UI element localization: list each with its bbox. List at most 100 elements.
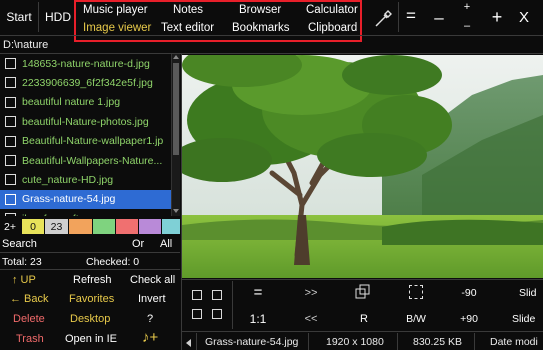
grid-view-icon[interactable] [212, 309, 222, 319]
divider [232, 281, 233, 329]
file-list-item[interactable]: beautiful-Nature-photos.jpg [0, 112, 178, 131]
file-checkbox[interactable] [5, 58, 16, 69]
file-name: beautiful nature 1.jpg [22, 96, 121, 109]
divider [397, 333, 398, 350]
rotate-button[interactable]: R [356, 312, 372, 326]
color-swatch[interactable]: 23 [45, 219, 68, 234]
file-checkbox[interactable] [5, 213, 16, 216]
actual-size-button[interactable]: 1:1 [246, 311, 270, 327]
slideshow-button[interactable]: Slid [519, 287, 537, 299]
launcher-notes[interactable]: Notes [173, 4, 203, 16]
search-or-toggle[interactable]: Or [132, 238, 144, 250]
search-label[interactable]: Search [2, 238, 37, 250]
check-all-button[interactable]: Check all [130, 274, 175, 286]
total-count: Total: 23 [2, 256, 42, 268]
eyedropper-icon[interactable] [372, 8, 394, 30]
file-checkbox[interactable] [5, 193, 16, 205]
file-list-item[interactable]: Grass-nature-54.jpg [0, 189, 178, 209]
delete-button[interactable]: Delete [13, 313, 45, 325]
search-all-toggle[interactable]: All [160, 238, 172, 250]
grid-view-icon[interactable] [192, 309, 202, 319]
status-dimensions: 1920 x 1080 [326, 336, 384, 348]
grid-view-icon[interactable] [212, 290, 222, 300]
divider [0, 252, 180, 253]
color-swatch[interactable] [93, 219, 115, 234]
rotate-right-button[interactable]: +90 [456, 312, 482, 326]
file-name: 2233906639_6f2f342e5f.jpg [22, 76, 153, 89]
equals-button[interactable]: = [401, 5, 421, 27]
open-in-ie-button[interactable]: Open in IE [65, 333, 117, 345]
file-list-scrollbar[interactable] [171, 54, 180, 216]
select-region-icon[interactable] [409, 285, 423, 299]
file-list-item[interactable]: ilovefreesoftware.png [0, 209, 178, 216]
file-checkbox[interactable] [5, 135, 16, 147]
color-swatch[interactable]: 0 [22, 219, 44, 234]
image-preview[interactable] [182, 55, 543, 278]
file-list-item[interactable]: cute_nature-HD.jpg [0, 170, 178, 189]
fit-button[interactable]: = [248, 284, 268, 301]
refresh-button[interactable]: Refresh [73, 274, 112, 286]
black-white-button[interactable]: B/W [402, 312, 430, 326]
divider [38, 2, 39, 32]
color-swatch[interactable] [139, 219, 161, 234]
back-button[interactable]: ← Back [10, 293, 49, 305]
color-swatch[interactable] [69, 219, 92, 234]
app-window: Start HDD Music player Notes Browser Cal… [0, 0, 543, 350]
add-to-playlist-button[interactable]: ♪+ [142, 329, 158, 346]
status-left-arrow-icon[interactable] [186, 339, 191, 347]
scrollbar-thumb[interactable] [173, 63, 179, 155]
file-name: Beautiful-Nature-wallpaper1.jp [22, 135, 164, 148]
hdd-button[interactable]: HDD [42, 7, 74, 27]
color-swatch[interactable] [116, 219, 138, 234]
filter-mode[interactable]: 2+ [0, 219, 20, 234]
file-checkbox[interactable] [5, 174, 16, 186]
start-button[interactable]: Start [2, 7, 36, 27]
plus-button[interactable]: + [486, 6, 508, 28]
help-button[interactable]: ? [147, 313, 153, 325]
file-checkbox[interactable] [5, 77, 16, 89]
launcher-image-viewer[interactable]: Image viewer [83, 22, 151, 34]
previous-image-button[interactable]: << [297, 312, 325, 326]
plus-minus-bottom[interactable]: – [460, 20, 474, 32]
file-list-item[interactable]: 2233906639_6f2f342e5f.jpg [0, 73, 178, 92]
slideshow-label[interactable]: Slide [512, 313, 535, 325]
divider [308, 333, 309, 350]
divider [398, 2, 399, 32]
file-list-item[interactable]: Beautiful-Nature-wallpaper1.jp [0, 132, 178, 151]
favorites-button[interactable]: Favorites [69, 293, 114, 305]
current-path[interactable]: D:\nature [3, 39, 48, 51]
divider [182, 331, 543, 332]
file-list-item[interactable]: Beautiful-Wallpapers-Nature... [0, 151, 178, 170]
plus-minus-top[interactable]: + [460, 1, 474, 13]
trash-button[interactable]: Trash [16, 333, 44, 345]
desktop-button[interactable]: Desktop [70, 313, 110, 325]
close-button[interactable]: X [513, 6, 535, 28]
next-image-button[interactable]: >> [297, 286, 325, 300]
launcher-calculator[interactable]: Calculator [306, 4, 358, 16]
crop-icon[interactable] [355, 284, 373, 300]
file-name: 148653-nature-nature-d.jpg [22, 57, 150, 70]
grid-view-icon[interactable] [192, 290, 202, 300]
divider [0, 269, 180, 270]
launcher-bookmarks[interactable]: Bookmarks [232, 22, 290, 34]
status-date-mode[interactable]: Date modi [490, 336, 538, 348]
launcher-music-player[interactable]: Music player [83, 4, 148, 16]
status-filesize: 830.25 KB [413, 336, 463, 348]
file-checkbox[interactable] [5, 155, 16, 166]
launcher-clipboard[interactable]: Clipboard [308, 22, 357, 34]
rotate-left-button[interactable]: -90 [456, 286, 482, 300]
up-button[interactable]: ↑ UP [12, 274, 36, 286]
scroll-down-arrow-icon[interactable] [173, 209, 179, 213]
file-checkbox[interactable] [5, 116, 16, 128]
launcher-browser[interactable]: Browser [239, 4, 281, 16]
file-checkbox[interactable] [5, 96, 16, 108]
scroll-up-arrow-icon[interactable] [173, 55, 179, 59]
color-swatch[interactable] [162, 219, 180, 234]
divider [196, 333, 197, 350]
minus-button[interactable]: – [429, 7, 449, 29]
file-name: Grass-nature-54.jpg [22, 193, 116, 206]
invert-button[interactable]: Invert [138, 293, 166, 305]
file-list-item[interactable]: beautiful nature 1.jpg [0, 93, 178, 112]
file-list-item[interactable]: 148653-nature-nature-d.jpg [0, 54, 178, 73]
launcher-text-editor[interactable]: Text editor [161, 22, 214, 34]
